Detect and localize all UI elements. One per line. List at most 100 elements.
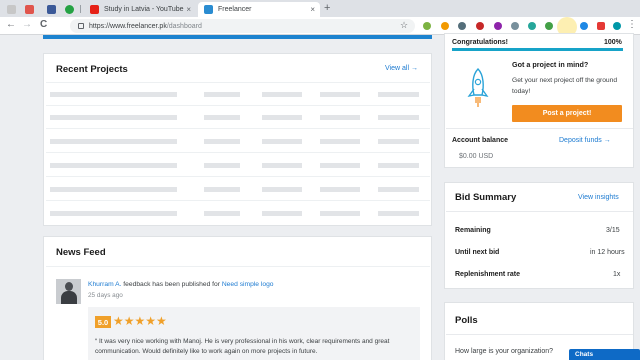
back-button[interactable]: ← [6, 19, 16, 30]
skeleton-placeholder [378, 92, 419, 97]
forward-button[interactable]: → [22, 19, 32, 30]
pinned-tab[interactable] [64, 2, 74, 17]
close-tab-icon[interactable]: × [310, 5, 315, 14]
tab-favicon [24, 5, 34, 14]
lock-icon [78, 23, 84, 29]
extension-icon[interactable] [423, 22, 431, 30]
pinned-tab[interactable] [24, 2, 34, 17]
feed-message-text: feedback has been published for [121, 281, 222, 288]
url-host: https://www.freelancer.pk [89, 22, 167, 30]
skeleton-placeholder [378, 187, 419, 192]
pinned-tab[interactable] [46, 2, 56, 17]
extension-icon[interactable] [597, 22, 605, 30]
page-scrollbar[interactable] [634, 36, 640, 360]
avatar[interactable] [56, 279, 81, 304]
bookmark-star-icon[interactable]: ☆ [400, 20, 408, 31]
skeleton-placeholder [262, 211, 302, 216]
skeleton-placeholder [262, 139, 302, 144]
tab-favicon [6, 5, 16, 14]
url-path: /dashboard [166, 22, 202, 30]
address-bar[interactable]: https://www.freelancer.pk/dashboard [70, 19, 415, 33]
feed-author-link[interactable]: Khurram A. [88, 281, 121, 288]
chats-button[interactable]: Chats [569, 349, 640, 360]
balance-value: $0.00 USD [459, 153, 494, 160]
bid-row-value: in 12 hours [590, 249, 625, 256]
skeleton-placeholder [378, 163, 419, 168]
youtube-icon [90, 5, 99, 14]
account-balance-label: Account balance [452, 137, 509, 144]
skeleton-placeholder [320, 187, 360, 192]
divider [46, 176, 430, 177]
divider [46, 266, 430, 267]
extension-icon[interactable] [613, 22, 621, 30]
skeleton-placeholder [50, 139, 177, 144]
polls-title: Polls [455, 315, 478, 326]
extension-icon[interactable] [458, 22, 466, 30]
skeleton-placeholder [320, 211, 360, 216]
divider [46, 105, 430, 106]
progress-fill [452, 48, 623, 51]
freelancer-icon [204, 5, 213, 14]
divider [46, 200, 430, 201]
bid-row-value: 1x [613, 271, 621, 278]
skeleton-placeholder [320, 115, 360, 120]
skeleton-placeholder [262, 115, 302, 120]
skeleton-placeholder [378, 115, 419, 120]
reload-button[interactable]: C [40, 19, 47, 30]
feed-project-link[interactable]: Need simple logo [222, 281, 274, 288]
congrats-label: Congratulations! [452, 39, 508, 46]
cta-title: Got a project in mind? [512, 60, 589, 69]
view-insights-link[interactable]: View insights [578, 194, 619, 201]
rocket-icon [467, 68, 489, 107]
skeleton-placeholder [204, 92, 240, 97]
rating-stars-icon: ★★★★★ [113, 314, 167, 328]
view-all-link[interactable]: View all → [385, 65, 418, 72]
rating-badge: 5.0 [95, 316, 111, 328]
skeleton-placeholder [204, 115, 240, 120]
skeleton-placeholder [50, 211, 177, 216]
skeleton-placeholder [50, 163, 177, 168]
post-project-button[interactable]: Post a project! [512, 105, 622, 122]
divider [446, 211, 633, 212]
extension-icon[interactable] [441, 22, 449, 30]
divider [446, 128, 633, 129]
completion-percent: 100% [604, 39, 622, 46]
cta-text: Get your next project off the ground tod… [512, 77, 618, 95]
tab-favicon [64, 5, 74, 14]
skeleton-placeholder [204, 211, 240, 216]
extension-icon[interactable] [511, 22, 519, 30]
feed-timestamp: 25 days ago [88, 292, 123, 299]
bid-row-label: Remaining [455, 227, 491, 234]
extension-icon[interactable] [494, 22, 502, 30]
skeleton-placeholder [378, 211, 419, 216]
bid-row-label: Until next bid [455, 249, 500, 256]
skeleton-placeholder [320, 139, 360, 144]
extension-icon[interactable] [580, 22, 588, 30]
tab-youtube[interactable]: Study in Latvia - YouTube × [84, 2, 196, 17]
extension-icon[interactable] [476, 22, 484, 30]
profile-progress-bar [452, 48, 623, 51]
close-tab-icon[interactable]: × [186, 5, 191, 14]
dashboard-header-bar [43, 35, 432, 39]
skeleton-placeholder [320, 92, 360, 97]
skeleton-placeholder [262, 187, 302, 192]
skeleton-placeholder [204, 139, 240, 144]
divider [46, 128, 430, 129]
browser-menu-icon[interactable]: ⋮ [627, 19, 637, 30]
skeleton-placeholder [50, 92, 177, 97]
skeleton-placeholder [204, 187, 240, 192]
skeleton-placeholder [50, 187, 177, 192]
browser-tab-strip: Study in Latvia - YouTube × Freelancer ×… [0, 0, 640, 17]
pinned-tab[interactable] [6, 2, 16, 17]
skeleton-placeholder [320, 163, 360, 168]
skeleton-placeholder [262, 92, 302, 97]
divider [46, 82, 430, 83]
deposit-funds-link[interactable]: Deposit funds → [559, 137, 611, 144]
extension-icon[interactable] [528, 22, 536, 30]
tab-freelancer[interactable]: Freelancer × [198, 2, 320, 17]
extension-icon[interactable] [545, 22, 553, 30]
bid-summary-title: Bid Summary [455, 192, 517, 203]
facebook-icon [46, 5, 56, 14]
tab-title: Freelancer [218, 6, 252, 13]
new-tab-button[interactable]: + [324, 2, 330, 14]
